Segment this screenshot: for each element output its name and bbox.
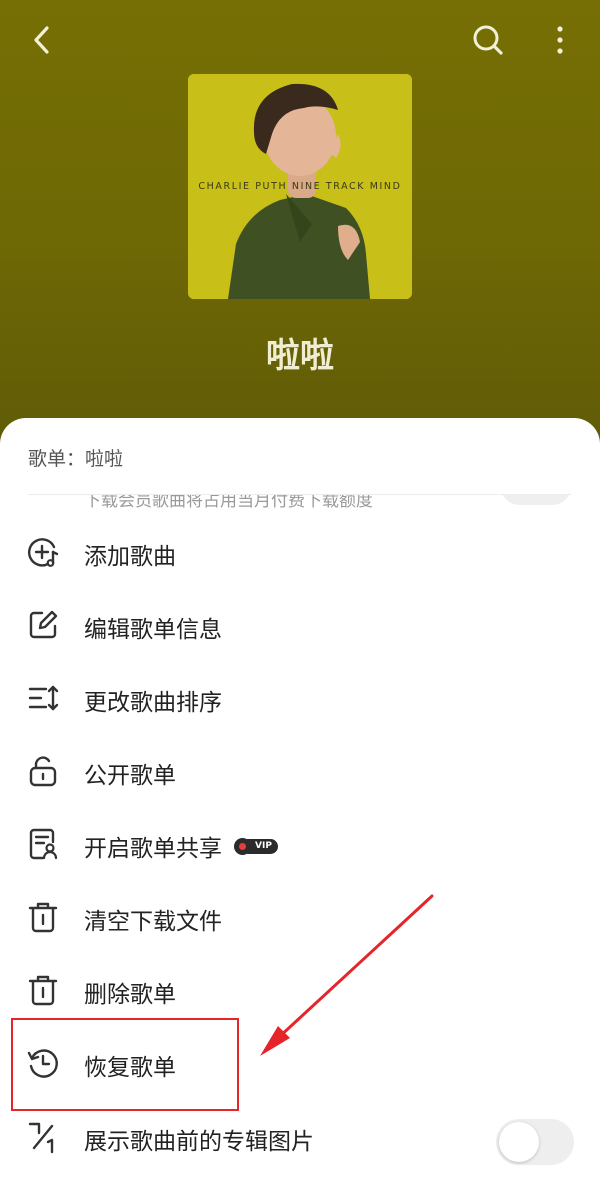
- vip-disc-icon: [234, 837, 251, 855]
- menu-label-share: 开启歌单共享: [84, 836, 222, 862]
- annotation-highlight-box: [11, 1018, 239, 1111]
- clipped-download-row: 下载会员歌曲将占用当月付费下载额度: [0, 495, 600, 509]
- unlock-icon: [29, 756, 57, 787]
- album-art-toggle[interactable]: [496, 1119, 574, 1165]
- vip-badge-text: VIP: [247, 838, 278, 854]
- menu-item-make-public[interactable]: 公开歌单: [0, 736, 600, 809]
- more-options-button[interactable]: [546, 20, 574, 60]
- sheet-title: 歌单：啦啦: [28, 448, 124, 470]
- menu-label-clear-downloads: 清空下载文件: [84, 909, 222, 935]
- toggle-knob: [499, 1122, 539, 1162]
- album-art-toggle-icon: [28, 1122, 54, 1154]
- vip-badge: VIP: [234, 837, 278, 855]
- back-arrow-icon: [34, 26, 49, 54]
- sort-icon: [28, 685, 59, 711]
- trash-icon: [28, 902, 58, 933]
- menu-label-delete-playlist: 删除歌单: [84, 982, 176, 1008]
- menu-item-edit-info[interactable]: 编辑歌单信息: [0, 590, 600, 663]
- menu-label-show-album-art: 展示歌曲前的专辑图片: [84, 1129, 314, 1155]
- menu-label-sort: 更改歌曲排序: [84, 690, 222, 716]
- trash-icon: [28, 975, 58, 1006]
- menu-item-share[interactable]: 开启歌单共享 VIP: [0, 809, 600, 882]
- clipped-download-text: 下载会员歌曲将占用当月付费下载额度: [84, 495, 373, 509]
- annotation-arrow-icon: [260, 894, 434, 1056]
- playlist-title: 啦啦: [266, 336, 334, 376]
- menu-label-add-song: 添加歌曲: [84, 544, 176, 570]
- menu-item-sort[interactable]: 更改歌曲排序: [0, 663, 600, 736]
- search-button[interactable]: [470, 20, 506, 60]
- menu-label-make-public: 公开歌单: [84, 763, 176, 789]
- menu-item-show-album-art: 展示歌曲前的专辑图片: [0, 1102, 600, 1175]
- menu-label-edit-info: 编辑歌单信息: [84, 617, 222, 643]
- edit-icon: [29, 610, 58, 639]
- clipped-toggle: [500, 495, 572, 505]
- add-music-icon: [27, 538, 59, 567]
- menu-item-add-song[interactable]: 添加歌曲: [0, 517, 600, 590]
- album-cover: CHARLIE PUTH NINE TRACK MIND: [188, 74, 412, 299]
- cover-text: CHARLIE PUTH NINE TRACK MIND: [198, 181, 402, 192]
- more-vertical-icon: [557, 26, 563, 54]
- search-icon: [473, 25, 503, 55]
- share-playlist-icon: [29, 828, 58, 860]
- back-button[interactable]: [24, 20, 60, 60]
